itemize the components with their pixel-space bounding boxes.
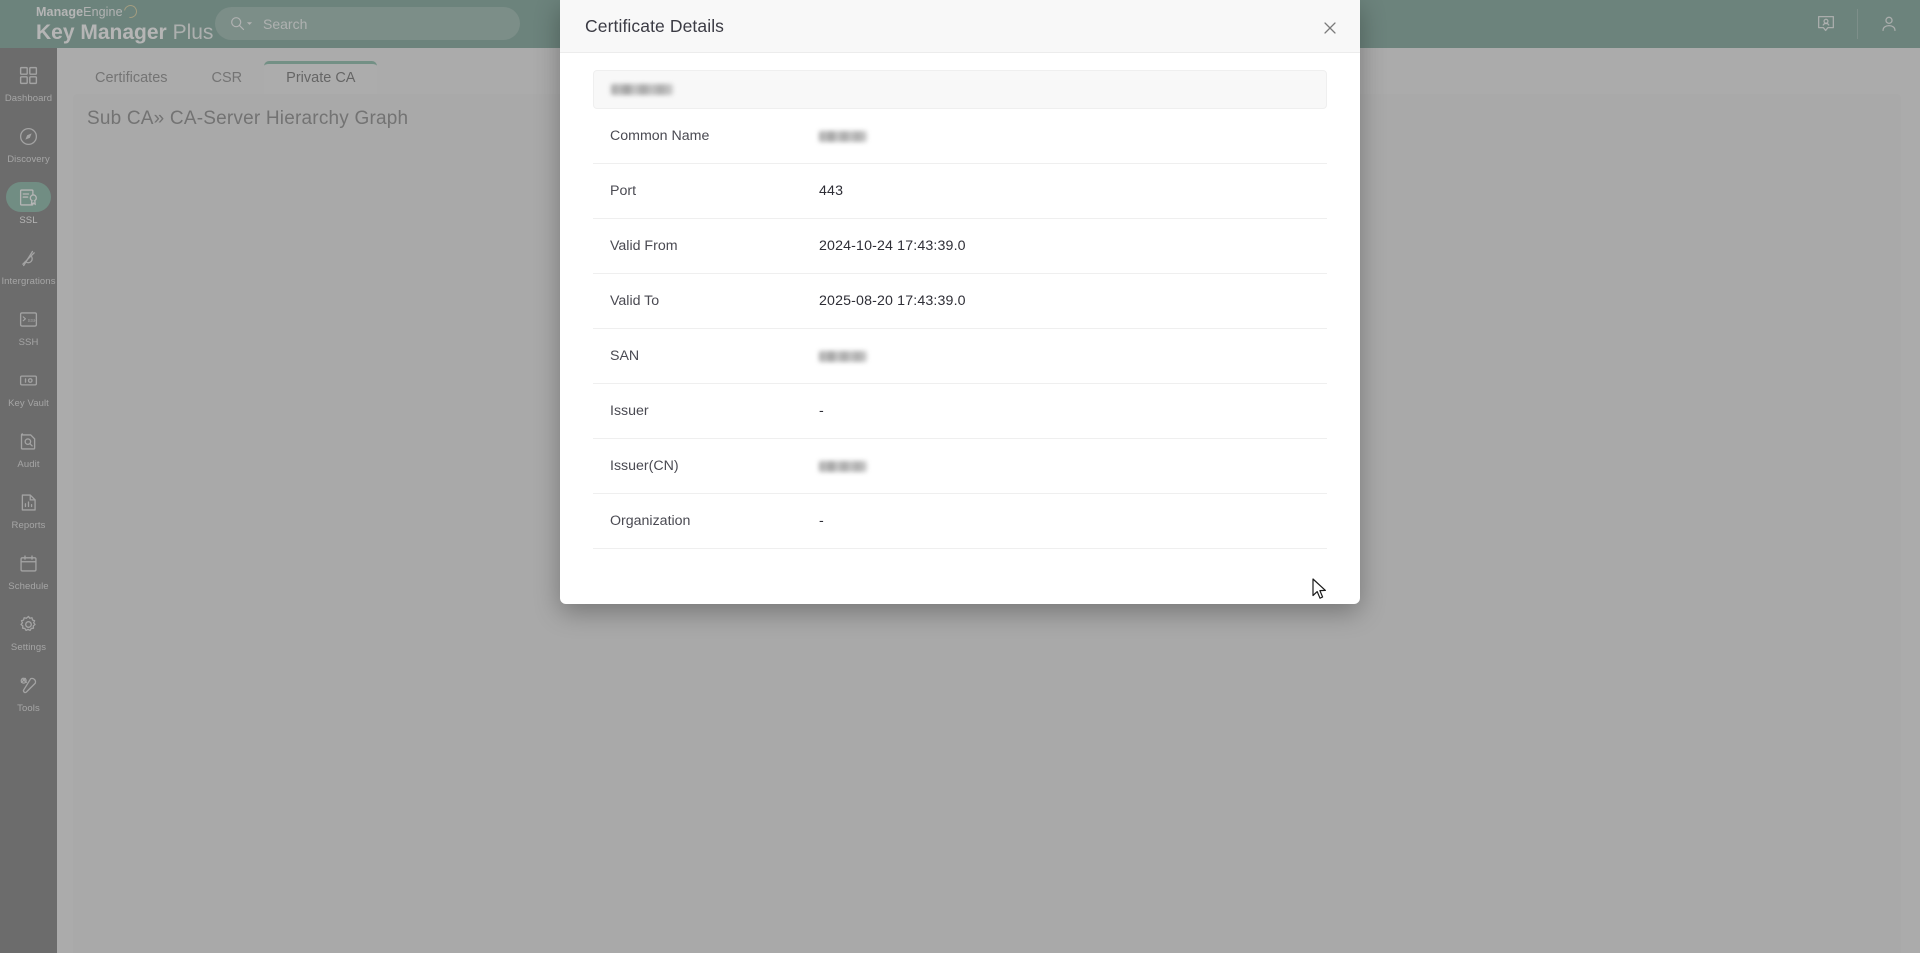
certificate-name-banner [593,70,1327,109]
row-label-valid-from: Valid From [610,238,678,254]
row-label-valid-to: Valid To [610,293,660,309]
row-value-valid-to: 2025-08-20 17:43:39.0 [819,293,966,309]
common-name-redacted [819,130,867,142]
certificate-details-dialog: Certificate Details Common Name Port 443… [560,0,1360,604]
dialog-header: Certificate Details [560,0,1360,53]
dialog-body: Common Name Port 443 Valid From 2024-10-… [560,53,1360,549]
row-label-port: Port [610,183,637,199]
row-value-common-name [819,128,867,144]
row-label-common-name: Common Name [610,128,710,144]
row-value-issuer-cn [819,458,867,474]
table-row: Organization - [593,494,1327,549]
dialog-title: Certificate Details [585,15,725,36]
row-value-valid-from: 2024-10-24 17:43:39.0 [819,238,966,254]
certificate-name-redacted [611,84,673,95]
table-row: Common Name [593,109,1327,164]
table-row: Valid From 2024-10-24 17:43:39.0 [593,219,1327,274]
table-row: Valid To 2025-08-20 17:43:39.0 [593,274,1327,329]
row-value-port: 443 [819,183,844,199]
row-label-organization: Organization [610,513,691,529]
issuer-cn-redacted [819,460,867,472]
table-row: Issuer - [593,384,1327,439]
row-label-san: SAN [610,348,640,364]
app-root: ManageEngine Key Manager Plus [0,0,1920,953]
row-value-organization: - [819,513,824,529]
row-value-san [819,348,867,364]
row-label-issuer-cn: Issuer(CN) [610,458,679,474]
san-redacted [819,350,867,362]
table-row: Issuer(CN) [593,439,1327,494]
row-value-issuer: - [819,403,824,419]
table-row: SAN [593,329,1327,384]
row-label-issuer: Issuer [610,403,649,419]
close-icon[interactable] [1320,18,1340,38]
table-row: Port 443 [593,164,1327,219]
certificate-details-table: Common Name Port 443 Valid From 2024-10-… [593,109,1327,549]
